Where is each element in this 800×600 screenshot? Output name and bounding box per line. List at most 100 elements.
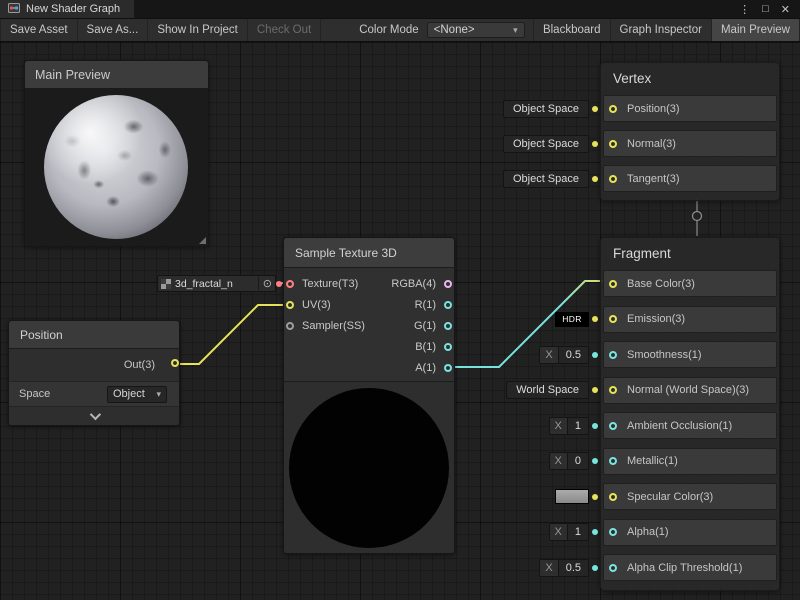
fragment-row-normal: World Space Normal (World Space)(3) <box>603 377 777 404</box>
main-preview-header[interactable]: Main Preview <box>25 61 208 89</box>
close-icon[interactable]: ✕ <box>781 3 790 16</box>
output-row-r: R(1) <box>378 294 454 315</box>
r-output-label: R(1) <box>415 299 436 311</box>
normal-ws-stub-dot <box>592 387 598 393</box>
blackboard-button[interactable]: Blackboard <box>533 19 611 41</box>
main-preview-body <box>25 89 208 246</box>
ambient-occlusion-value-field[interactable]: X 1 <box>549 417 589 435</box>
smoothness-value-field[interactable]: X 0.5 <box>539 346 589 364</box>
vertex-row-normal: Object Space Normal(3) <box>603 130 777 157</box>
specular-color-port[interactable] <box>609 493 617 501</box>
vertex-fragment-connector-dot <box>693 212 702 221</box>
save-as-button[interactable]: Save As... <box>78 19 149 41</box>
fragment-row-base-color: Base Color(3) <box>603 270 777 297</box>
fragment-node[interactable]: Fragment Base Color(3) HDR Emission(3) <box>600 237 780 591</box>
emission-stub-dot <box>592 316 598 322</box>
main-preview-title: Main Preview <box>35 68 110 82</box>
r-output-port[interactable] <box>444 301 452 309</box>
position-out-row: Out(3) <box>9 349 179 381</box>
fragment-row-alpha-clip: X 0.5 Alpha Clip Threshold(1) <box>603 554 777 581</box>
uv-input-port[interactable] <box>286 301 294 309</box>
sample-preview-sphere <box>289 388 449 548</box>
texture-input-port[interactable] <box>286 280 294 288</box>
maximize-icon[interactable]: □ <box>762 3 769 15</box>
alpha-port[interactable] <box>609 528 617 536</box>
sample-node-header[interactable]: Sample Texture 3D <box>284 238 454 268</box>
sampler-input-port[interactable] <box>286 322 294 330</box>
alpha-clip-value-field[interactable]: X 0.5 <box>539 559 589 577</box>
save-asset-button[interactable]: Save Asset <box>0 19 78 41</box>
x-axis-tag: X <box>540 560 558 576</box>
vertex-node[interactable]: Vertex Object Space Position(3) Object S… <box>600 62 780 201</box>
smoothness-port[interactable] <box>609 351 617 359</box>
normal-space-widget-label: Object Space <box>513 138 579 150</box>
ambient-occlusion-label: Ambient Occlusion(1) <box>627 420 732 432</box>
vertex-node-body: Object Space Position(3) Object Space No… <box>601 93 779 192</box>
tangent-space-widget-label: Object Space <box>513 173 579 185</box>
wire-position-out-to-uv[interactable] <box>174 305 291 364</box>
a-output-port[interactable] <box>444 364 452 372</box>
normal-stub-dot <box>592 141 598 147</box>
space-label: Space <box>19 388 50 400</box>
position-collapse-control[interactable] <box>9 407 179 425</box>
output-row-rgba: RGBA(4) <box>378 273 454 294</box>
vertex-position-port[interactable] <box>609 105 617 113</box>
tangent-space-widget[interactable]: Object Space <box>503 170 589 188</box>
metallic-port[interactable] <box>609 457 617 465</box>
position-space-widget[interactable]: Object Space <box>503 100 589 118</box>
vertex-tangent-port[interactable] <box>609 175 617 183</box>
space-dropdown[interactable]: Object ▾ <box>107 386 167 403</box>
ambient-occlusion-port[interactable] <box>609 422 617 430</box>
emission-port[interactable] <box>609 315 617 323</box>
texture-input-label: Texture(T3) <box>302 278 358 290</box>
base-color-port[interactable] <box>609 280 617 288</box>
fragment-node-title: Fragment <box>601 238 779 268</box>
alpha-clip-label: Alpha Clip Threshold(1) <box>627 562 742 574</box>
alpha-value-field[interactable]: X 1 <box>549 523 589 541</box>
texture-asset-field[interactable]: 3d_fractal_n ⊙ <box>157 275 276 292</box>
resize-handle[interactable] <box>199 237 206 244</box>
document-tab[interactable]: New Shader Graph <box>0 0 134 18</box>
graph-canvas[interactable]: Main Preview Position Out(3) Space Objec… <box>0 42 800 600</box>
color-mode-dropdown[interactable]: <None> ▾ <box>427 22 525 38</box>
sample-texture-3d-node[interactable]: Sample Texture 3D Texture(T3) UV(3) Samp… <box>283 237 455 554</box>
window-controls: ⋮ □ ✕ <box>739 3 800 16</box>
fragment-row-specular-color: Specular Color(3) <box>603 483 777 510</box>
normal-world-space-port[interactable] <box>609 386 617 394</box>
position-out-port[interactable] <box>171 359 179 367</box>
metallic-value: 0 <box>568 453 588 469</box>
b-output-label: B(1) <box>415 341 436 353</box>
alpha-stub-dot <box>592 529 598 535</box>
rgba-output-port[interactable] <box>444 280 452 288</box>
color-mode-value: <None> <box>434 24 475 36</box>
specular-color-swatch[interactable] <box>555 489 589 504</box>
smoothness-label: Smoothness(1) <box>627 349 702 361</box>
vertex-normal-port[interactable] <box>609 140 617 148</box>
a-output-label: A(1) <box>415 362 436 374</box>
sample-node-title: Sample Texture 3D <box>295 246 397 260</box>
graph-inspector-button[interactable]: Graph Inspector <box>611 19 712 41</box>
ambient-occlusion-stub-dot <box>592 423 598 429</box>
menu-icon[interactable]: ⋮ <box>739 3 750 16</box>
object-picker-icon[interactable]: ⊙ <box>258 277 272 290</box>
main-preview-panel[interactable]: Main Preview <box>24 60 209 247</box>
main-preview-button[interactable]: Main Preview <box>712 19 800 41</box>
emission-hdr-swatch[interactable]: HDR <box>555 312 589 327</box>
position-node[interactable]: Position Out(3) Space Object ▾ <box>8 320 180 426</box>
vertex-position-label: Position(3) <box>627 103 680 115</box>
alpha-clip-stub-dot <box>592 565 598 571</box>
output-row-b: B(1) <box>378 336 454 357</box>
rgba-output-label: RGBA(4) <box>391 278 436 290</box>
position-stub-dot <box>592 106 598 112</box>
normal-world-space-widget[interactable]: World Space <box>506 381 589 399</box>
tangent-stub-dot <box>592 176 598 182</box>
metallic-value-field[interactable]: X 0 <box>549 452 589 470</box>
g-output-port[interactable] <box>444 322 452 330</box>
b-output-port[interactable] <box>444 343 452 351</box>
chevron-down-icon: ▾ <box>156 389 161 400</box>
normal-space-widget[interactable]: Object Space <box>503 135 589 153</box>
position-node-header[interactable]: Position <box>9 321 179 349</box>
show-in-project-button[interactable]: Show In Project <box>148 19 248 41</box>
alpha-clip-port[interactable] <box>609 564 617 572</box>
sample-input-column: Texture(T3) UV(3) Sampler(SS) <box>284 273 380 336</box>
